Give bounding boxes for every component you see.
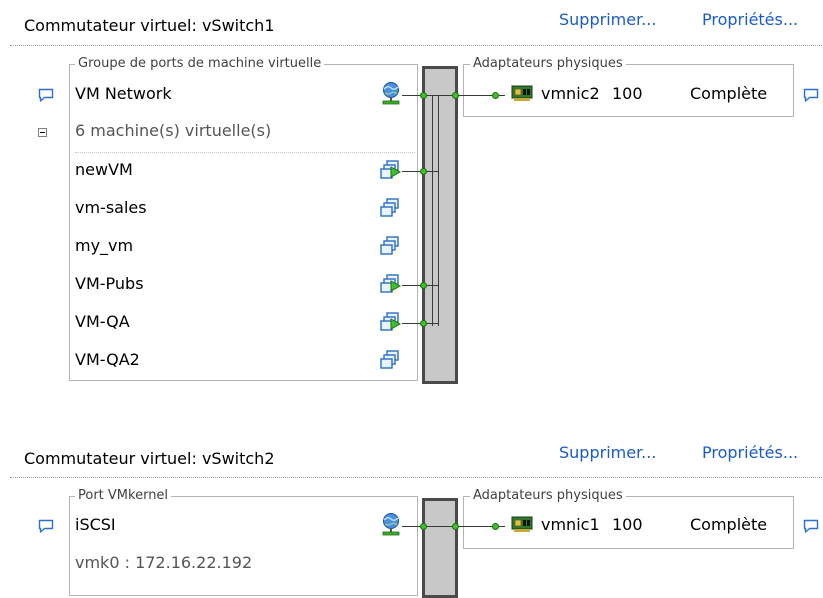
adapter-duplex: Complète	[690, 84, 768, 103]
vswitch2-title: Commutateur virtuel: vSwitch2	[24, 449, 275, 468]
port-dot	[420, 523, 427, 530]
speech-bubble-icon[interactable]	[38, 87, 54, 103]
vm-icon	[379, 349, 401, 371]
vswitch1-bar	[422, 66, 458, 384]
vswitch2-separator	[10, 477, 822, 478]
adapter-speed: 100	[612, 84, 643, 103]
port-dot	[492, 92, 499, 99]
vm-row-my_vm[interactable]: my_vm	[75, 236, 133, 255]
speech-bubble-icon[interactable]	[38, 518, 54, 534]
adapter-duplex: Complète	[690, 515, 768, 534]
speech-bubble-icon[interactable]	[803, 518, 819, 534]
network-card-icon	[511, 84, 533, 102]
portgroup-name[interactable]: VM Network	[75, 84, 172, 103]
vmkernel-legend: Port VMkernel	[75, 488, 172, 503]
port-dot	[420, 92, 427, 99]
vswitch1-title: Commutateur virtuel: vSwitch1	[24, 16, 275, 35]
vm-icon	[379, 235, 401, 257]
vm-powered-on-icon	[379, 273, 401, 295]
network-globe-icon	[379, 512, 403, 536]
vswitch2-remove-link[interactable]: Supprimer...	[559, 443, 656, 462]
vswitch1-trace	[432, 96, 433, 326]
vm-icon	[379, 197, 401, 219]
vmkernel-address: vmk0 : 172.16.22.192	[75, 553, 253, 572]
port-dot	[420, 282, 427, 289]
port-dot	[452, 92, 459, 99]
network-globe-icon	[379, 81, 403, 105]
vswitch1-properties-link[interactable]: Propriétés...	[702, 10, 798, 29]
adapter-nic-name[interactable]: vmnic2	[541, 84, 600, 103]
vm-row-vm-sales[interactable]: vm-sales	[75, 198, 147, 217]
port-dot	[452, 523, 459, 530]
portgroup-box	[69, 64, 418, 381]
collapse-minus-icon[interactable]	[38, 128, 47, 137]
network-card-icon	[511, 515, 533, 533]
vm-row-VM-QA2[interactable]: VM-QA2	[75, 350, 140, 369]
speech-bubble-icon[interactable]	[803, 87, 819, 103]
vm-list-separator	[75, 152, 415, 153]
portgroup-legend: Groupe de ports de machine virtuelle	[75, 56, 325, 71]
port-dot	[420, 320, 427, 327]
port-dot	[492, 523, 499, 530]
vm-row-VM-Pubs[interactable]: VM-Pubs	[75, 274, 144, 293]
vm-row-VM-QA[interactable]: VM-QA	[75, 312, 130, 331]
vmkernel-name[interactable]: iSCSI	[75, 515, 116, 534]
adapters-legend: Adaptateurs physiques	[470, 56, 626, 71]
adapters-legend: Adaptateurs physiques	[470, 488, 626, 503]
vswitch2-properties-link[interactable]: Propriétés...	[702, 443, 798, 462]
vm-powered-on-icon	[379, 311, 401, 333]
vswitch2-bar	[422, 498, 458, 598]
port-dot	[420, 168, 427, 175]
vm-count-label: 6 machine(s) virtuelle(s)	[75, 121, 272, 140]
vswitch1-separator	[10, 45, 822, 46]
vm-powered-on-icon	[379, 159, 401, 181]
vm-row-newVM[interactable]: newVM	[75, 160, 133, 179]
adapter-speed: 100	[612, 515, 643, 534]
vmkernel-box	[69, 496, 418, 596]
vswitch1-remove-link[interactable]: Supprimer...	[559, 10, 656, 29]
vswitch1-trace	[438, 96, 439, 326]
adapter-nic-name[interactable]: vmnic1	[541, 515, 600, 534]
